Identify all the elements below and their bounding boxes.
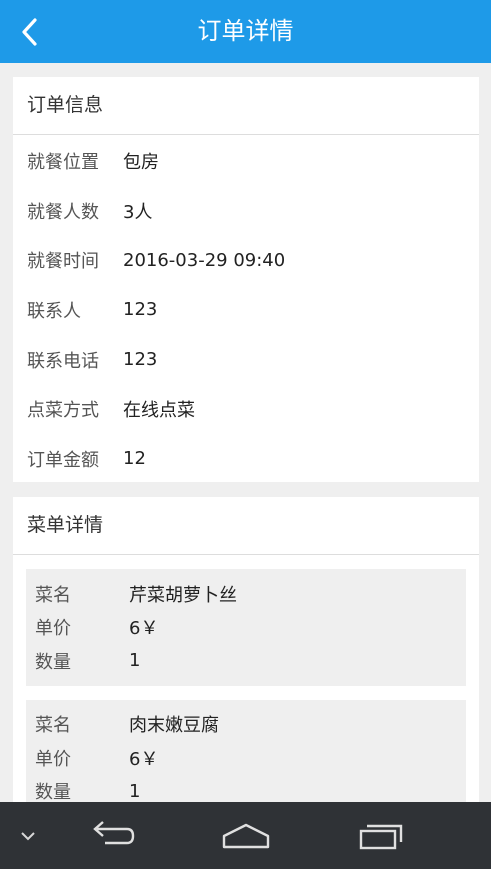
info-row-order-method: 点菜方式 在线点菜: [13, 384, 479, 434]
info-value: 在线点菜: [123, 400, 195, 422]
info-label: 联系人: [27, 300, 81, 322]
chevron-left-icon: [22, 18, 37, 46]
info-value: 2016-03-29 09:40: [123, 249, 286, 271]
back-icon: [93, 820, 135, 844]
dish-details-card: 菜单详情 菜名 芹菜胡萝卜丝 单价 6￥ 数量 1 菜名 肉末嫩豆腐 单价 6￥…: [13, 497, 479, 817]
info-row-phone: 联系电话 123: [13, 335, 479, 385]
dish-details-title: 菜单详情: [13, 497, 479, 555]
info-value: 包房: [123, 151, 159, 173]
dish-label: 菜名: [35, 584, 71, 606]
system-navigation-bar: [0, 802, 491, 869]
chevron-down-icon: [21, 831, 35, 840]
order-info-list: 就餐位置 包房 就餐人数 3人 就餐时间 2016-03-29 09:40 联系…: [13, 135, 479, 484]
info-row-amount: 订单金额 12: [13, 434, 479, 484]
nav-home-button[interactable]: [214, 802, 278, 869]
info-label: 点菜方式: [27, 400, 99, 422]
dish-price: 6￥: [129, 618, 159, 640]
nav-recent-apps-button[interactable]: [350, 802, 414, 869]
dish-name: 肉末嫩豆腐: [129, 715, 219, 737]
info-value: 123: [123, 299, 158, 321]
dish-label: 单价: [35, 618, 71, 640]
dish-qty: 1: [129, 780, 141, 802]
home-icon: [222, 823, 270, 848]
hide-keyboard-button[interactable]: [6, 802, 50, 869]
recent-apps-icon: [359, 824, 403, 849]
info-row-guests: 就餐人数 3人: [13, 186, 479, 236]
dish-label: 单价: [35, 748, 71, 770]
dish-price: 6￥: [129, 748, 159, 770]
info-label: 就餐位置: [27, 151, 99, 173]
back-button[interactable]: [8, 10, 52, 54]
info-row-contact: 联系人 123: [13, 285, 479, 335]
dish-item: 菜名 肉末嫩豆腐 单价 6￥ 数量 1: [26, 699, 466, 816]
info-row-time: 就餐时间 2016-03-29 09:40: [13, 235, 479, 285]
dish-price-row: 单价 6￥: [26, 611, 466, 645]
info-label: 订单金额: [27, 449, 99, 471]
dish-item: 菜名 芹菜胡萝卜丝 单价 6￥ 数量 1: [26, 569, 466, 686]
info-row-location: 就餐位置 包房: [13, 136, 479, 186]
dish-qty-row: 数量 1: [26, 644, 466, 678]
dish-name-row: 菜名 肉末嫩豆腐: [26, 708, 466, 742]
info-value: 12: [123, 448, 146, 470]
dish-label: 菜名: [35, 715, 71, 737]
info-value: 123: [123, 349, 158, 371]
app-header: 订单详情: [0, 0, 491, 63]
info-value: 3人: [123, 201, 153, 223]
order-info-title: 订单信息: [13, 77, 479, 135]
dish-label: 数量: [35, 782, 71, 804]
page-title: 订单详情: [197, 17, 294, 45]
dish-name-row: 菜名 芹菜胡萝卜丝: [26, 577, 466, 611]
nav-back-button[interactable]: [78, 802, 142, 869]
order-info-card: 订单信息 就餐位置 包房 就餐人数 3人 就餐时间 2016-03-29 09:…: [13, 77, 479, 482]
info-label: 联系电话: [27, 350, 99, 372]
dish-name: 芹菜胡萝卜丝: [129, 584, 237, 606]
dish-price-row: 单价 6￥: [26, 741, 466, 775]
info-label: 就餐人数: [27, 201, 99, 223]
info-label: 就餐时间: [27, 251, 99, 273]
dish-qty: 1: [129, 650, 141, 672]
dish-label: 数量: [35, 651, 71, 673]
